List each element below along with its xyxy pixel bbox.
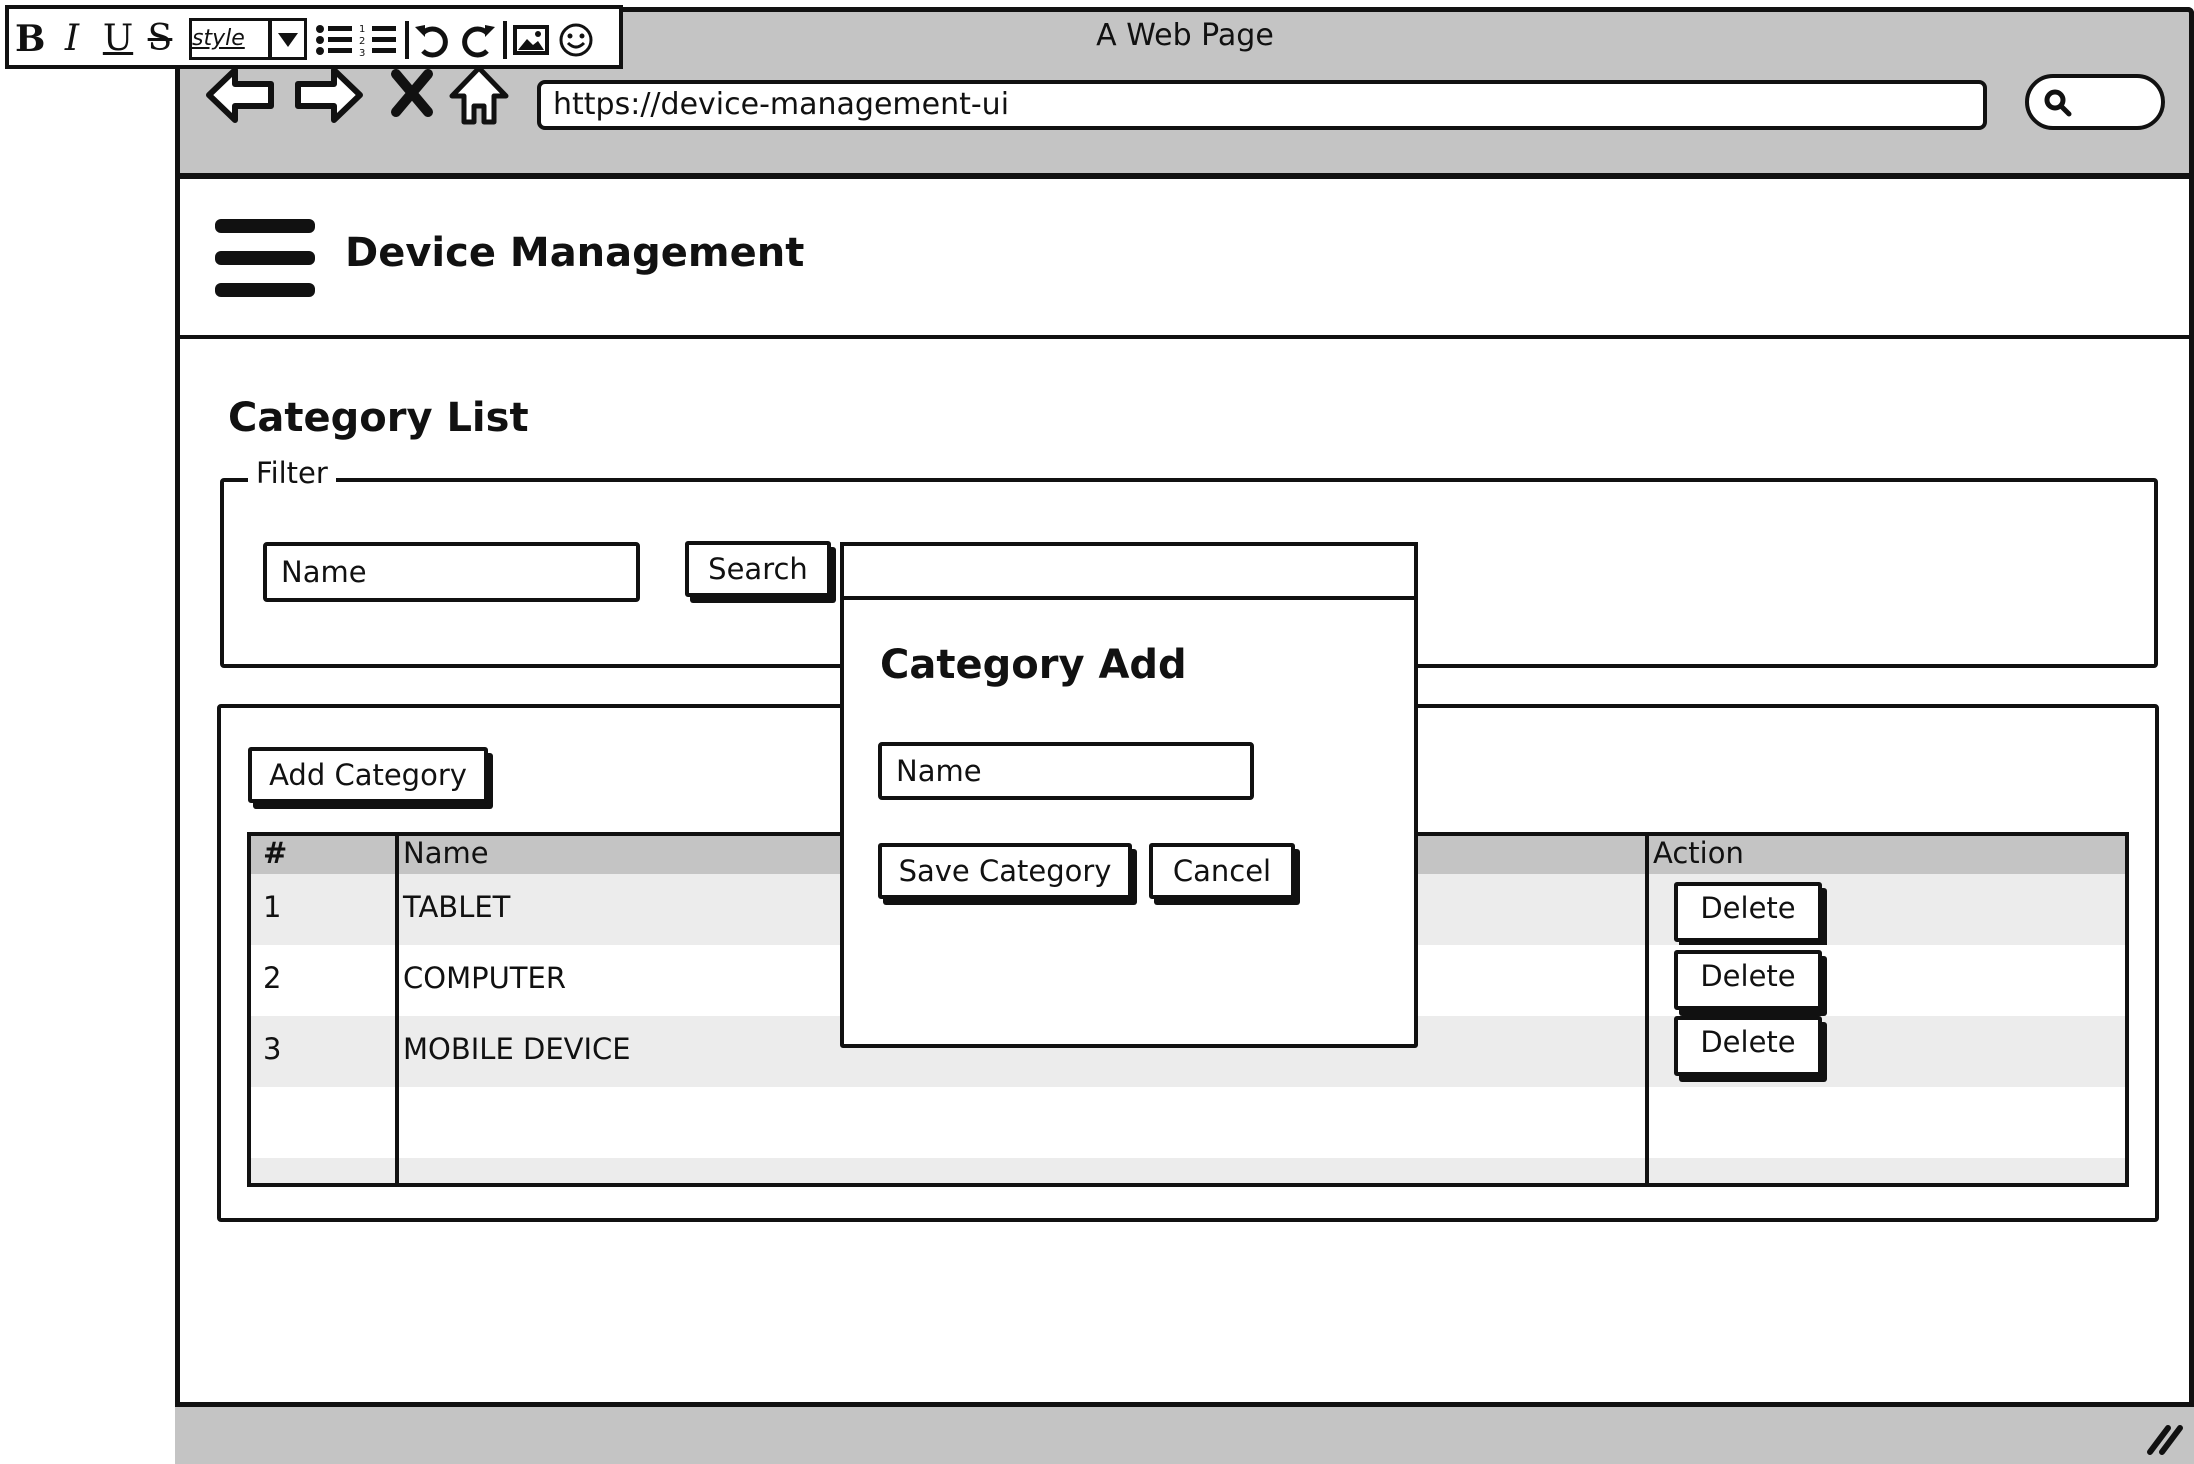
save-category-button[interactable]: Save Category [878,843,1132,899]
svg-text:3: 3 [359,48,365,59]
column-header-name: Name [403,836,489,870]
filter-name-input[interactable]: Name [263,542,640,602]
filter-legend: Filter [248,456,336,490]
row-number: 3 [263,1032,282,1066]
style-dropdown[interactable]: style [189,18,271,60]
column-header-number: # [263,836,288,870]
toolbar-divider [405,21,409,59]
dialog-title: Category Add [880,642,1187,688]
formatting-toolbar: B I U S style 123 [5,5,623,69]
row-number: 1 [263,890,282,924]
url-bar[interactable]: https://device-management-ui [537,80,1987,130]
delete-button[interactable]: Delete [1674,882,1822,942]
undo-icon[interactable] [413,21,451,59]
numbered-list-icon[interactable]: 123 [359,21,397,59]
browser-search-field[interactable] [2025,74,2165,130]
emoji-icon[interactable] [557,21,595,59]
search-icon [2044,89,2072,117]
stop-icon[interactable] [390,64,434,126]
table-row-empty [251,1158,2125,1183]
underline-button[interactable]: U [101,17,135,61]
resize-grip-icon[interactable] [2146,1420,2186,1456]
status-bar [175,1402,2194,1464]
forward-arrow-icon[interactable] [292,64,364,126]
chevron-down-icon [278,33,298,47]
table-row-empty [251,1087,2125,1158]
app-title: Device Management [345,230,805,276]
add-category-button[interactable]: Add Category [248,747,488,803]
redo-icon[interactable] [459,21,497,59]
row-name: COMPUTER [403,961,566,995]
bold-button[interactable]: B [15,17,45,61]
svg-text:1: 1 [359,24,365,35]
category-name-input[interactable]: Name [878,742,1254,800]
search-button[interactable]: Search [685,541,831,597]
toolbar-divider [503,21,507,59]
column-divider [395,836,399,1183]
svg-text:2: 2 [359,36,365,47]
column-header-action: Action [1653,836,1744,870]
strikethrough-button[interactable]: S [143,17,177,61]
style-dropdown-toggle[interactable] [269,18,307,60]
delete-button[interactable]: Delete [1674,950,1822,1010]
delete-button[interactable]: Delete [1674,1016,1822,1076]
column-divider [1645,836,1649,1183]
window-title: A Web Page [1096,18,1274,53]
back-arrow-icon[interactable] [205,64,277,126]
home-icon[interactable] [448,64,510,126]
dialog-titlebar[interactable] [840,542,1418,600]
cancel-button[interactable]: Cancel [1149,843,1295,899]
bullet-list-icon[interactable] [315,21,353,59]
hamburger-menu-icon[interactable] [215,219,315,301]
row-number: 2 [263,961,282,995]
image-icon[interactable] [513,23,549,57]
page-title: Category List [228,395,529,441]
row-name: MOBILE DEVICE [403,1032,631,1066]
italic-button[interactable]: I [59,17,85,61]
row-name: TABLET [403,890,511,924]
